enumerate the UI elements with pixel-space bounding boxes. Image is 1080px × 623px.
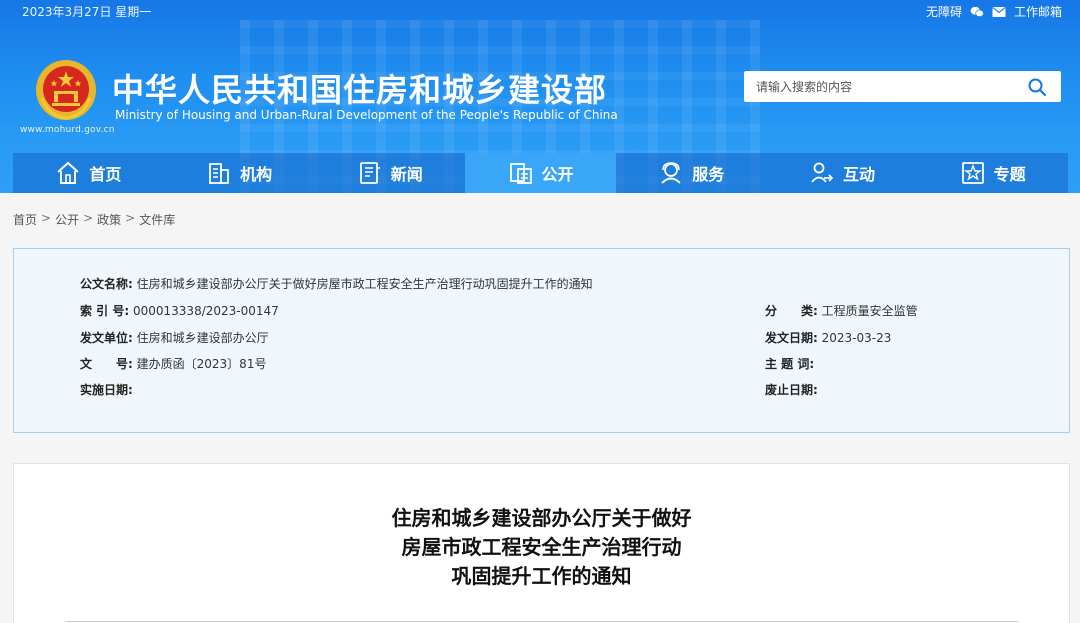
article-content: 住房和城乡建设部办公厅关于做好 房屋市政工程安全生产治理行动 巩固提升工作的通知: [13, 463, 1070, 623]
meta-label: 主 题 词:: [765, 357, 815, 371]
search-icon[interactable]: [1027, 77, 1047, 97]
meta-label: 发文单位:: [80, 331, 133, 345]
breadcrumb-separator: >: [41, 211, 52, 225]
breadcrumb-separator: >: [125, 211, 136, 225]
site-header: 2023年3月27日 星期一 无障碍 工作邮箱 www.mohurd.gov.c…: [0, 0, 1080, 193]
nav-item-public[interactable]: 公开: [465, 153, 616, 193]
article-title-line: 房屋市政工程安全生产治理行动: [401, 535, 682, 559]
nav-label: 首页: [89, 165, 122, 184]
article-title: 住房和城乡建设部办公厅关于做好 房屋市政工程安全生产治理行动 巩固提升工作的通知: [14, 504, 1069, 591]
meta-issuer: 发文单位: 住房和城乡建设部办公厅: [80, 329, 269, 346]
document-icon: [509, 163, 532, 184]
current-date: 2023年3月27日 星期一: [22, 5, 152, 19]
site-title[interactable]: 中华人民共和国住房和城乡建设部: [112, 65, 607, 111]
meta-value: 建办质函〔2023〕81号: [136, 357, 267, 371]
nav-item-interaction[interactable]: 互动: [767, 153, 918, 193]
meta-abolish-date: 废止日期:: [765, 381, 818, 398]
article-divider: [66, 621, 1018, 622]
meta-label: 废止日期:: [765, 383, 818, 397]
nav-label: 公开: [541, 165, 574, 184]
breadcrumb-policy[interactable]: 政策: [97, 211, 121, 228]
top-bar: 2023年3月27日 星期一 无障碍 工作邮箱: [0, 0, 1080, 24]
meta-value: 住房和城乡建设部办公厅: [136, 331, 269, 345]
meta-value: 2023-03-23: [821, 331, 892, 345]
meta-category: 分 类: 工程质量安全监管: [765, 302, 918, 319]
site-url[interactable]: www.mohurd.gov.cn: [20, 125, 115, 135]
mail-icon[interactable]: [992, 6, 1006, 18]
meta-label: 文 号:: [80, 357, 133, 371]
service-icon: [661, 162, 681, 184]
meta-label: 发文日期:: [765, 331, 818, 345]
meta-effective-date: 实施日期:: [80, 381, 133, 398]
nav-label: 互动: [842, 165, 875, 184]
nav-label: 新闻: [390, 165, 423, 184]
mail-link[interactable]: 工作邮箱: [1014, 3, 1062, 20]
article-title-line: 住房和城乡建设部办公厅关于做好: [391, 506, 692, 530]
nav-label: 机构: [240, 165, 273, 184]
meta-index: 索 引 号: 000013338/2023-00147: [80, 302, 279, 319]
wechat-icon[interactable]: [970, 6, 984, 18]
meta-label: 索 引 号:: [80, 304, 130, 318]
meta-value: 住房和城乡建设部办公厅关于做好房屋市政工程安全生产治理行动巩固提升工作的通知: [136, 277, 593, 291]
star-icon: [961, 162, 984, 184]
meta-label: 实施日期:: [80, 383, 133, 397]
search-input[interactable]: [756, 71, 1016, 102]
breadcrumb: 首页 > 公开 > 政策 > 文件库: [13, 211, 175, 228]
meta-label: 分 类:: [765, 304, 818, 318]
meta-value: 工程质量安全监管: [821, 304, 918, 318]
home-icon: [57, 161, 80, 184]
nav-item-service[interactable]: 服务: [616, 153, 767, 193]
building-icon: [209, 163, 229, 184]
article-title-line: 巩固提升工作的通知: [451, 564, 632, 588]
main-nav: 首页 机构 新闻 公开 服务 互动 专题: [13, 153, 1068, 193]
nav-item-news[interactable]: 新闻: [314, 153, 465, 193]
accessibility-link[interactable]: 无障碍: [926, 3, 962, 20]
news-icon: [359, 162, 380, 184]
meta-issue-date: 发文日期: 2023-03-23: [765, 329, 891, 346]
search-box: [744, 71, 1061, 102]
meta-keywords: 主 题 词:: [765, 355, 814, 372]
breadcrumb-library[interactable]: 文件库: [139, 211, 175, 228]
nav-label: 专题: [993, 165, 1026, 184]
meta-label: 公文名称:: [80, 277, 133, 291]
nav-item-organization[interactable]: 机构: [164, 153, 315, 193]
site-title-english: Ministry of Housing and Urban-Rural Deve…: [115, 108, 618, 122]
interaction-icon: [811, 162, 834, 183]
breadcrumb-public[interactable]: 公开: [55, 211, 79, 228]
nav-label: 服务: [692, 165, 725, 184]
breadcrumb-separator: >: [83, 211, 94, 225]
nav-item-home[interactable]: 首页: [13, 153, 164, 193]
nav-item-topics[interactable]: 专题: [917, 153, 1068, 193]
breadcrumb-home[interactable]: 首页: [13, 211, 37, 228]
meta-doc-no: 文 号: 建办质函〔2023〕81号: [80, 355, 266, 372]
meta-doc-name: 公文名称: 住房和城乡建设部办公厅关于做好房屋市政工程安全生产治理行动巩固提升工…: [80, 275, 593, 292]
meta-value: 000013338/2023-00147: [132, 304, 279, 318]
top-links: 无障碍 工作邮箱: [926, 3, 1062, 20]
document-metadata: 公文名称: 住房和城乡建设部办公厅关于做好房屋市政工程安全生产治理行动巩固提升工…: [13, 248, 1070, 433]
national-emblem-icon[interactable]: [34, 58, 98, 122]
